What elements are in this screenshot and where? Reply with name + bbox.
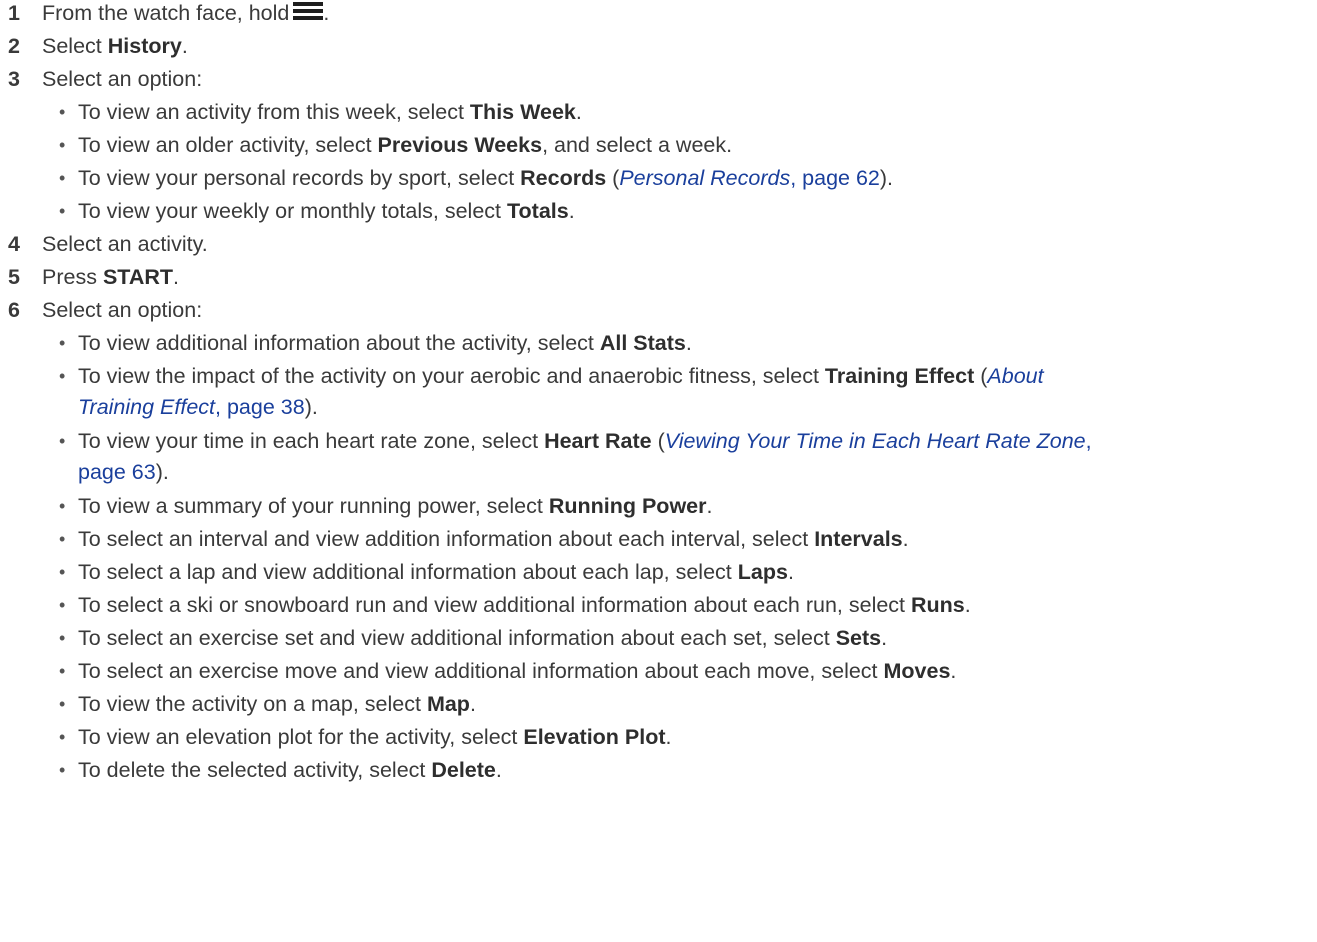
menu-option-records: Records — [520, 166, 607, 190]
bullet: • — [59, 366, 66, 386]
step-text: Select History. — [42, 34, 188, 58]
step-text: From the watch face, hold. — [42, 1, 330, 25]
step-text: Select an option: — [42, 298, 203, 322]
step-4: 4 Select an activity. — [0, 229, 1317, 260]
bullet: • — [59, 102, 66, 122]
menu-option-runs: Runs — [911, 593, 965, 617]
step-number: 4 — [8, 232, 20, 256]
cross-reference-link[interactable]: Training Effect, page 38 — [78, 395, 305, 419]
step-number: 6 — [8, 298, 20, 322]
bullet: • — [59, 661, 66, 681]
menu-option-intervals: Intervals — [814, 527, 903, 551]
option-item: • To delete the selected activity, selec… — [0, 755, 1317, 786]
option-item: • To view an older activity, select Prev… — [0, 130, 1317, 161]
menu-option-history: History — [107, 34, 182, 58]
button-name-start: START — [102, 265, 174, 289]
step-5: 5 Press START. — [0, 262, 1317, 293]
option-text: To view the activity on a map, select Ma… — [78, 692, 476, 716]
menu-option-totals: Totals — [506, 199, 569, 223]
menu-option-map: Map — [426, 692, 470, 716]
option-item: • To select an exercise move and view ad… — [0, 656, 1317, 687]
menu-icon — [293, 2, 324, 21]
step-text: Select an option: — [42, 67, 203, 91]
cross-reference-link[interactable]: page 63 — [78, 460, 156, 484]
option-text: To view an elevation plot for the activi… — [78, 725, 672, 749]
option-item: • To view additional information about t… — [0, 328, 1317, 359]
cross-reference-link[interactable]: Personal Records, page 62 — [619, 166, 880, 190]
bullet: • — [59, 529, 66, 549]
option-text: To select a lap and view additional info… — [78, 560, 794, 584]
menu-option-this-week: This Week — [469, 100, 576, 124]
option-item: • To select an exercise set and view add… — [0, 623, 1317, 654]
step-number: 1 — [8, 1, 20, 25]
option-text: To view an older activity, select Previo… — [78, 133, 733, 157]
step-text: Press START. — [42, 265, 179, 289]
option-item: • To view your weekly or monthly totals,… — [0, 196, 1317, 227]
option-text: To view an activity from this week, sele… — [78, 100, 582, 124]
option-text: To view your time in each heart rate zon… — [78, 429, 1092, 453]
option-text: To select an exercise set and view addit… — [78, 626, 888, 650]
bullet: • — [59, 496, 66, 516]
option-item: • To view a summary of your running powe… — [0, 491, 1317, 522]
bullet: • — [59, 333, 66, 353]
option-text: Training Effect, page 38). — [78, 395, 318, 419]
option-text: To delete the selected activity, select … — [78, 758, 502, 782]
option-text: page 63). — [78, 460, 169, 484]
bullet: • — [59, 628, 66, 648]
option-item: • To view your personal records by sport… — [0, 163, 1317, 194]
bullet: • — [59, 760, 66, 780]
menu-option-previous-weeks: Previous Weeks — [377, 133, 543, 157]
menu-option-running-power: Running Power — [548, 494, 707, 518]
option-text: To view additional information about the… — [78, 331, 692, 355]
bullet: • — [59, 135, 66, 155]
step-number: 5 — [8, 265, 20, 289]
step-number: 3 — [8, 67, 20, 91]
menu-option-moves: Moves — [883, 659, 951, 683]
bullet: • — [59, 562, 66, 582]
menu-option-sets: Sets — [835, 626, 882, 650]
step-3: 3 Select an option: — [0, 64, 1317, 95]
menu-option-elevation-plot: Elevation Plot — [523, 725, 666, 749]
option-item: • To select an interval and view additio… — [0, 524, 1317, 555]
option-text: To select an exercise move and view addi… — [78, 659, 957, 683]
option-text: To select an interval and view addition … — [78, 527, 909, 551]
bullet: • — [59, 431, 66, 451]
option-item: • To view an elevation plot for the acti… — [0, 722, 1317, 753]
menu-option-all-stats: All Stats — [599, 331, 686, 355]
option-text: To view your personal records by sport, … — [78, 166, 894, 190]
step-2: 2 Select History. — [0, 31, 1317, 62]
bullet: • — [59, 694, 66, 714]
option-item: • To select a lap and view additional in… — [0, 557, 1317, 588]
option-item-continuation: Training Effect, page 38). — [0, 392, 1317, 423]
option-item: • To view the impact of the activity on … — [0, 361, 1317, 392]
bullet: • — [59, 727, 66, 747]
option-item: • To select a ski or snowboard run and v… — [0, 590, 1317, 621]
menu-option-heart-rate: Heart Rate — [544, 429, 652, 453]
option-item-continuation: page 63). — [0, 457, 1317, 488]
option-item: • To view the activity on a map, select … — [0, 689, 1317, 720]
bullet: • — [59, 595, 66, 615]
cross-reference-link[interactable]: About — [987, 364, 1043, 388]
menu-option-training-effect: Training Effect — [824, 364, 975, 388]
option-text: To view a summary of your running power,… — [78, 494, 713, 518]
option-text: To view the impact of the activity on yo… — [78, 364, 1044, 388]
option-text: To select a ski or snowboard run and vie… — [78, 593, 971, 617]
step-6: 6 Select an option: — [0, 295, 1317, 326]
cross-reference-link[interactable]: Viewing Your Time in Each Heart Rate Zon… — [665, 429, 1092, 453]
menu-option-delete: Delete — [431, 758, 496, 782]
option-item: • To view an activity from this week, se… — [0, 97, 1317, 128]
option-item: • To view your time in each heart rate z… — [0, 426, 1317, 457]
step-text: Select an activity. — [42, 232, 208, 256]
step-number: 2 — [8, 34, 20, 58]
bullet: • — [59, 168, 66, 188]
document-page: 1 From the watch face, hold. 2 Select Hi… — [0, 0, 1317, 942]
step-1: 1 From the watch face, hold. — [0, 0, 1317, 29]
menu-option-laps: Laps — [737, 560, 788, 584]
bullet: • — [59, 201, 66, 221]
option-text: To view your weekly or monthly totals, s… — [78, 199, 575, 223]
